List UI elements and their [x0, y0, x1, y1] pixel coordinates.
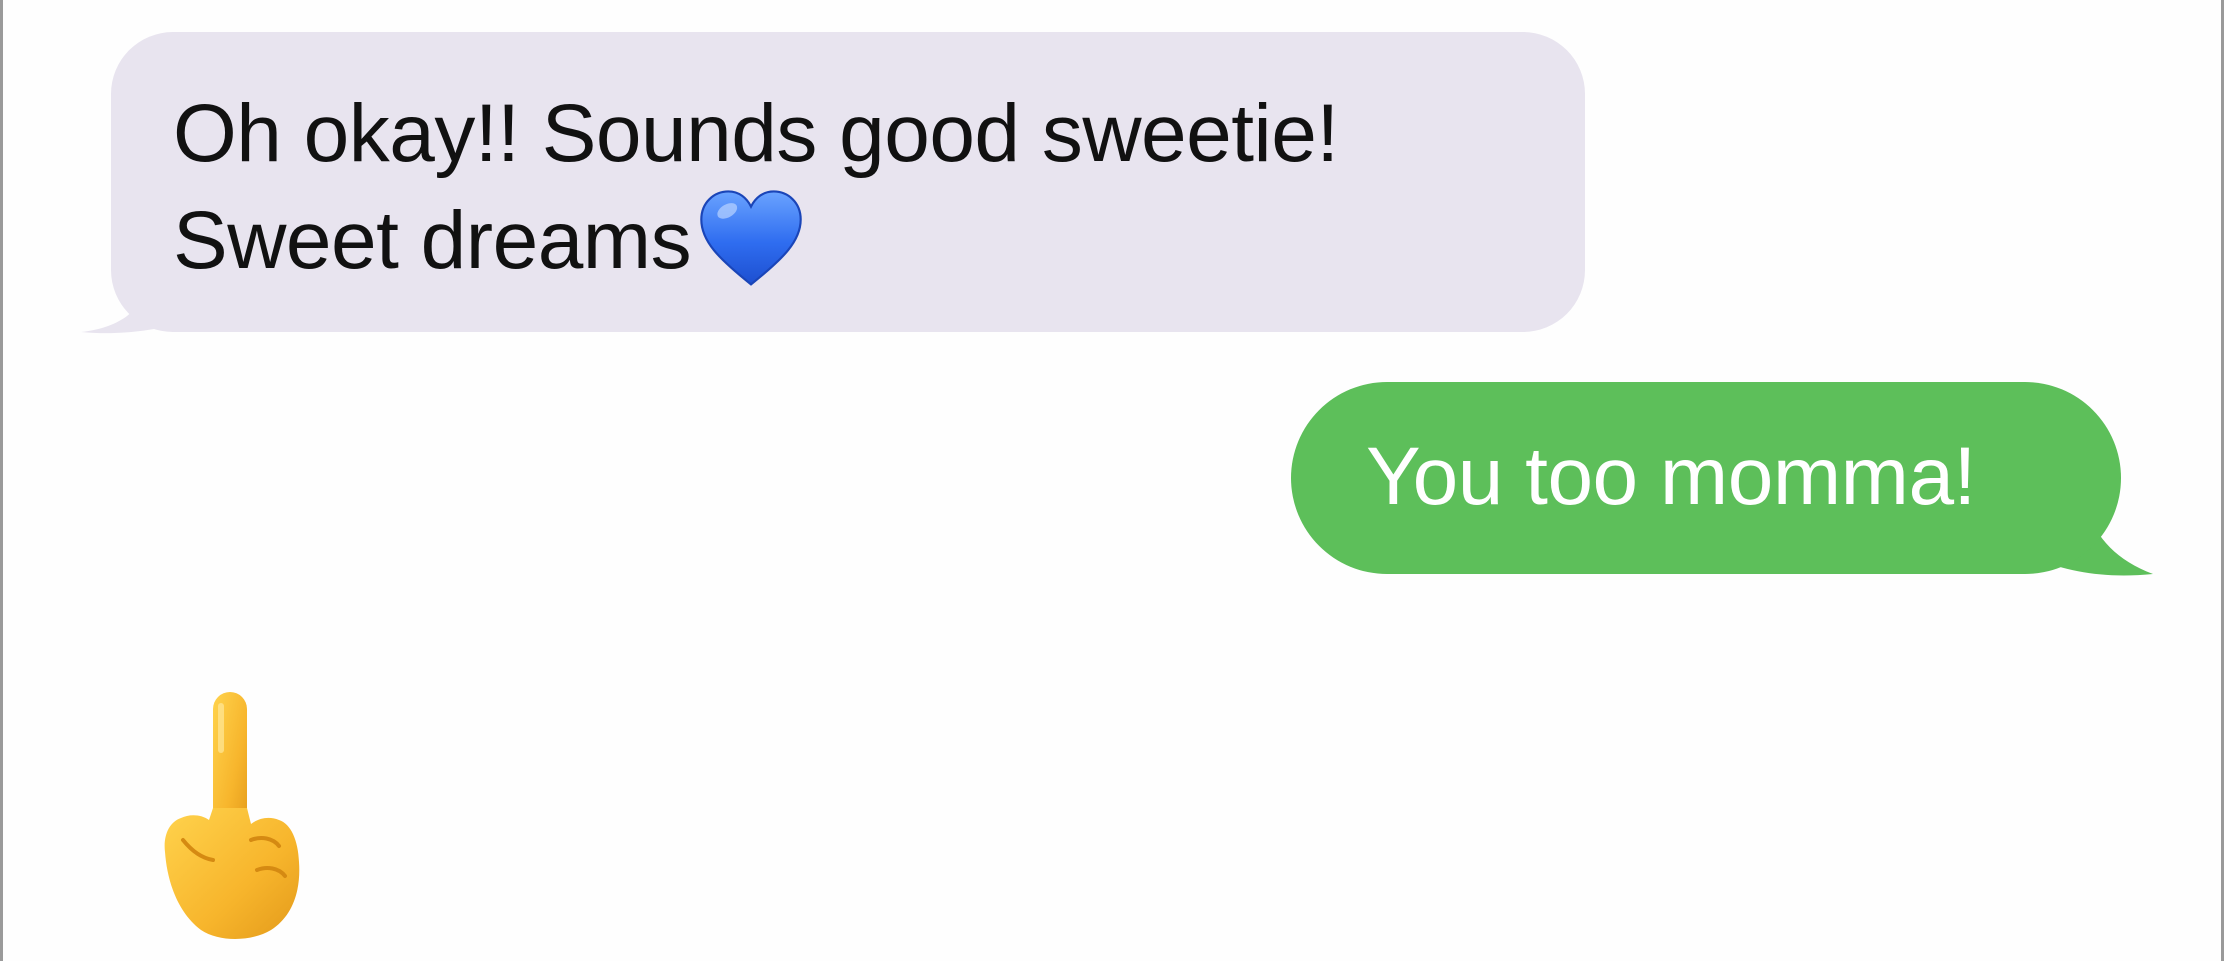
- incoming-message-text: Oh okay!! Sounds good sweetie! Sweet dre…: [173, 80, 1553, 294]
- emoji-message[interactable]: [161, 690, 303, 942]
- incoming-message-bubble[interactable]: Oh okay!! Sounds good sweetie! Sweet dre…: [73, 30, 1588, 334]
- middle-finger-icon: [164, 692, 300, 939]
- conversation-view: Oh okay!! Sounds good sweetie! Sweet dre…: [0, 0, 2224, 961]
- outgoing-message-bubble[interactable]: You too momma!: [1291, 382, 2153, 578]
- outgoing-message-text: You too momma!: [1366, 431, 1976, 522]
- message-line-text: Sweet dreams: [173, 195, 692, 286]
- blue-heart-icon: [700, 190, 802, 287]
- message-line: Oh okay!! Sounds good sweetie!: [173, 88, 1339, 179]
- message-line: Sweet dreams: [173, 187, 1553, 294]
